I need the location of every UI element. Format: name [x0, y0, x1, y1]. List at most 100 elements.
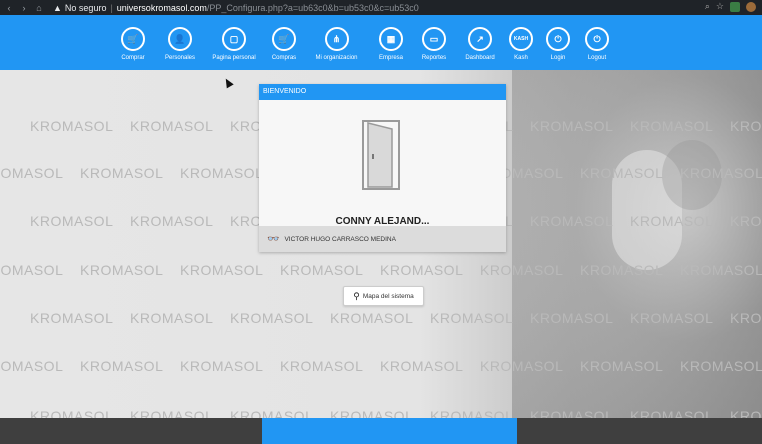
panel-body[interactable]: CONNY ALEJAND...: [259, 100, 506, 227]
watermark-text: KROMASOL: [530, 118, 614, 134]
watermark-text: KROMASOL: [530, 408, 614, 418]
watermark-text: KROMASOL: [580, 358, 664, 374]
nav-item-kash[interactable]: KASH Kash: [505, 15, 537, 70]
watermark-text: KROMASOL: [580, 262, 664, 278]
watermark-text: KROMASOL: [30, 118, 114, 134]
watermark-text: KROMASOL: [80, 262, 164, 278]
nav-item-pagina-personal[interactable]: ▢ Pagina personal: [204, 15, 264, 70]
watermark-text: KROMASOL: [730, 310, 762, 326]
nav-item-compras[interactable]: 🛒 Compras: [264, 15, 304, 70]
user-icon: 👤: [168, 27, 192, 51]
url-host: universokromasol.com: [116, 2, 207, 13]
watermark-text: KROMASOL: [430, 408, 514, 418]
watermark-text: KROMASOL: [230, 310, 314, 326]
watermark-text: KROMASOL: [730, 213, 762, 229]
extension-icon[interactable]: [730, 1, 740, 12]
watermark-text: KROMASOL: [130, 213, 214, 229]
watermark-text: KROMASOL: [30, 408, 114, 418]
watermark-text: KROMASOL: [480, 358, 564, 374]
dashboard-icon: ↗: [468, 27, 492, 51]
back-icon[interactable]: ‹: [3, 3, 15, 13]
watermark-text: KROMASOL: [30, 310, 114, 326]
site-map-button[interactable]: ⚲ Mapa del sistema: [343, 286, 424, 306]
nav-label: Kash: [514, 55, 528, 61]
watermark-text: KROMASOL: [630, 118, 714, 134]
nav-item-personales[interactable]: 👤 Personales: [156, 15, 204, 70]
nav-item-comprar[interactable]: 🛒 Comprar: [110, 15, 156, 70]
nav-item-empresa[interactable]: ▦ Empresa: [369, 15, 413, 70]
watermark-text: KROMASOL: [730, 408, 762, 418]
watermark-text: KROMASOL: [0, 165, 64, 181]
watermark-text: KROMASOL: [130, 118, 214, 134]
cart-icon: 🛒: [121, 27, 145, 51]
building-icon: ▦: [379, 27, 403, 51]
watermark-text: KROMASOL: [330, 310, 414, 326]
watermark-text: KROMASOL: [130, 310, 214, 326]
top-navigation: 🛒 Comprar 👤 Personales ▢ Pagina personal 🛒 Comp…: [0, 15, 762, 70]
nav-label: Compras: [271, 55, 297, 61]
profile-icon[interactable]: [746, 1, 756, 12]
report-icon: ▭: [422, 27, 446, 51]
watermark-text: KROMASOL: [480, 262, 564, 278]
watermark-text: KROMASOL: [30, 213, 114, 229]
warning-icon: ▲: [53, 2, 62, 13]
nav-label: Personales: [164, 55, 196, 61]
watermark-text: KROMASOL: [80, 165, 164, 181]
watermark-text: KROMASOL: [630, 310, 714, 326]
forward-icon[interactable]: ›: [18, 3, 30, 13]
watermark-text: KROMASOL: [180, 262, 264, 278]
glasses-icon: 👓: [267, 233, 280, 245]
nav-item-mi-organizacion[interactable]: ⋔ Mi organizacion: [304, 15, 369, 70]
watermark-text: KROMASOL: [730, 118, 762, 134]
watermark-text: KROMASOL: [630, 408, 714, 418]
door-icon: [362, 120, 400, 190]
browser-actions: ⌕ ☆: [705, 1, 756, 12]
watermark-text: KROMASOL: [380, 262, 464, 278]
watermark-text: KROMASOL: [580, 165, 664, 181]
url-path: /PP_Configura.php?a=ub63c0&b=ub53c0&c=ub…: [206, 2, 419, 13]
home-icon[interactable]: ⌂: [33, 3, 45, 13]
watermark-text: KROMASOL: [80, 358, 164, 374]
star-icon[interactable]: ☆: [716, 1, 724, 12]
watermark-text: KROMASOL: [230, 408, 314, 418]
url-separator: |: [110, 2, 113, 13]
welcome-panel: BIENVENIDO CONNY ALEJAND... 👓 VICTOR HUG…: [259, 84, 506, 252]
nav-label: Reportes: [421, 55, 447, 61]
watermark-text: KROMASOL: [0, 358, 64, 374]
watermark-text: KROMASOL: [330, 408, 414, 418]
nav-label: Login: [550, 55, 566, 61]
nav-item-dashboard[interactable]: ↗ Dashboard: [455, 15, 505, 70]
watermark-text: KROMASOL: [630, 213, 714, 229]
watermark-text: KROMASOL: [530, 310, 614, 326]
url-field[interactable]: universokromasol.com/PP_Configura.php?a=…: [117, 3, 419, 13]
page-icon: ▢: [222, 27, 246, 51]
nav-item-reportes[interactable]: ▭ Reportes: [413, 15, 455, 70]
map-pin-icon: ⚲: [353, 290, 360, 301]
nav-label: Mi organizacion: [315, 55, 358, 61]
nav-label: Pagina personal: [212, 55, 256, 61]
nav-label: Comprar: [121, 55, 145, 61]
site-map-label: Mapa del sistema: [362, 292, 414, 300]
watermark-text: KROMASOL: [680, 262, 762, 278]
nav-item-login[interactable]: ⏻ Login: [537, 15, 579, 70]
kash-icon: KASH: [509, 27, 533, 51]
watermark-text: KROMASOL: [280, 262, 364, 278]
panel-footer: 👓 VICTOR HUGO CARRASCO MEDINA: [259, 226, 506, 252]
power-icon: ⏻: [585, 27, 609, 51]
watermark-text: KROMASOL: [430, 310, 514, 326]
footer-accent: [262, 418, 517, 444]
watermark-text: KROMASOL: [680, 358, 762, 374]
zoom-icon[interactable]: ⌕: [705, 1, 710, 12]
footer-bar: [0, 418, 762, 444]
watermark-text: KROMASOL: [280, 358, 364, 374]
nav-item-logout[interactable]: ⏻ Logout: [579, 15, 615, 70]
watermark-text: KROMASOL: [380, 358, 464, 374]
nav-items: 🛒 Comprar 👤 Personales ▢ Pagina personal 🛒 Comp…: [110, 15, 615, 70]
watermark-text: KROMASOL: [530, 213, 614, 229]
nav-label: Dashboard: [465, 55, 495, 61]
nav-label: Logout: [587, 55, 607, 61]
org-icon: ⋔: [324, 27, 349, 51]
watermark-text: KROMASOL: [0, 262, 64, 278]
watermark-text: KROMASOL: [180, 358, 264, 374]
browser-address-bar: ‹ › ⌂ ▲ No seguro | universokromasol.com…: [0, 0, 762, 15]
